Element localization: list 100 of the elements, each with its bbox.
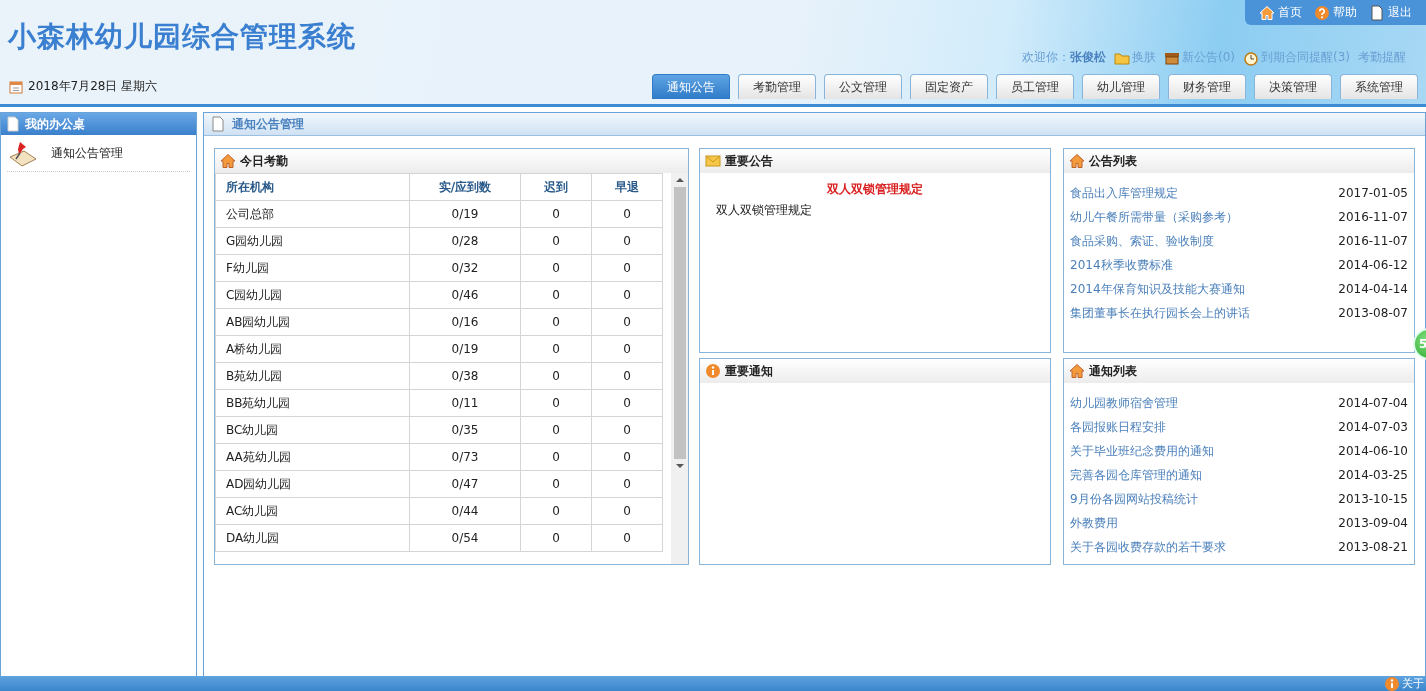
table-cell: 0/44 — [409, 497, 521, 525]
top-link[interactable]: 退出 — [1369, 4, 1412, 21]
table-cell: 0 — [520, 254, 592, 282]
nav-tab[interactable]: 幼儿管理 — [1082, 74, 1160, 99]
nav-tab[interactable]: 财务管理 — [1168, 74, 1246, 99]
notice-link[interactable]: 完善各园仓库管理的通知 — [1070, 466, 1202, 484]
nav-tab[interactable]: 固定资产 — [910, 74, 988, 99]
table-cell: 0 — [520, 389, 592, 417]
table-cell: 0 — [591, 443, 663, 471]
table-cell: 0 — [520, 497, 592, 525]
table-cell: 0 — [591, 308, 663, 336]
table-cell: 公司总部 — [215, 200, 410, 228]
table-cell: 0 — [591, 416, 663, 444]
table-cell: G园幼儿园 — [215, 227, 410, 255]
panel-title: 重要通知 — [725, 362, 773, 380]
table-cell: B苑幼儿园 — [215, 362, 410, 390]
table-cell: 0/19 — [409, 200, 521, 228]
scroll-thumb[interactable] — [673, 187, 686, 459]
notice-link[interactable]: 食品出入库管理规定 — [1070, 184, 1178, 202]
envelope-icon — [705, 153, 721, 169]
notice-link[interactable]: 幼儿园教师宿舍管理 — [1070, 394, 1178, 412]
table-cell: BC幼儿园 — [215, 416, 410, 444]
table-cell: 0/32 — [409, 254, 521, 282]
top-link[interactable]: 帮助 — [1314, 4, 1357, 21]
table-cell: 0 — [520, 362, 592, 390]
nav-tab[interactable]: 考勤管理 — [738, 74, 816, 99]
table-cell: 0 — [520, 200, 592, 228]
table-cell: 0 — [591, 524, 663, 552]
nav-tab[interactable]: 系统管理 — [1340, 74, 1418, 99]
notice-body: 双人双锁管理规定 — [715, 202, 813, 219]
table-cell: 0 — [520, 308, 592, 336]
home-icon — [220, 153, 236, 169]
scrollbar[interactable] — [671, 173, 688, 564]
nav-tab[interactable]: 员工管理 — [996, 74, 1074, 99]
notice-date: 2014-07-03 — [1338, 420, 1408, 434]
scroll-up-icon[interactable] — [675, 177, 684, 183]
table-cell: 0 — [591, 281, 663, 309]
panel-title: 重要公告 — [725, 152, 773, 170]
table-cell: 0 — [520, 281, 592, 309]
table-cell: 0 — [520, 524, 592, 552]
notice-link[interactable]: 关于各园收费存款的若干要求 — [1070, 538, 1226, 556]
system-title: 小森林幼儿园综合管理系统 — [8, 19, 356, 55]
nav-tab[interactable]: 公文管理 — [824, 74, 902, 99]
home-icon — [1069, 153, 1085, 169]
main-title: 通知公告管理 — [232, 115, 304, 133]
table-cell: 0/47 — [409, 470, 521, 498]
help-icon — [1314, 4, 1330, 21]
notice-link[interactable]: 集团董事长在执行园长会上的讲话 — [1070, 304, 1250, 322]
table-cell: 0/73 — [409, 443, 521, 471]
table-cell: 0/11 — [409, 389, 521, 417]
top-link[interactable]: 首页 — [1259, 4, 1302, 21]
table-cell: 0 — [520, 227, 592, 255]
document-icon — [5, 116, 21, 132]
notice-link[interactable]: 幼儿午餐所需带量（采购参考） — [1070, 208, 1238, 226]
table-cell: 0 — [591, 470, 663, 498]
table-cell: 0/28 — [409, 227, 521, 255]
table-cell: F幼儿园 — [215, 254, 410, 282]
table-cell: 0 — [591, 389, 663, 417]
column-header: 迟到 — [520, 173, 592, 201]
table-cell: AA苑幼儿园 — [215, 443, 410, 471]
panel-title: 通知列表 — [1089, 362, 1137, 380]
pushpin-note-icon — [7, 139, 37, 167]
welcome-text: 欢迎你：张俊松 — [1022, 49, 1106, 66]
info-icon — [705, 363, 721, 379]
notice-date: 2013-09-04 — [1338, 516, 1408, 530]
notice-link[interactable]: 2014年保育知识及技能大赛通知 — [1070, 280, 1245, 298]
notice-date: 2013-10-15 — [1338, 492, 1408, 506]
notice-date: 2013-08-21 — [1338, 540, 1408, 554]
table-cell: 0 — [591, 200, 663, 228]
column-header: 实/应到数 — [409, 173, 521, 201]
current-date: 2018年7月28日 星期六 — [28, 78, 158, 95]
notice-link[interactable]: 各园报账日程安排 — [1070, 418, 1166, 436]
about-link[interactable]: 关于 — [1384, 675, 1424, 691]
table-cell: 0 — [591, 227, 663, 255]
notice-date: 2013-08-07 — [1338, 306, 1408, 320]
notice-date: 2014-03-25 — [1338, 468, 1408, 482]
home-icon — [1259, 4, 1275, 21]
notice-link[interactable]: 食品采购、索证、验收制度 — [1070, 232, 1214, 250]
notice-date: 2014-04-14 — [1338, 282, 1408, 296]
nav-tab[interactable]: 通知公告 — [652, 74, 730, 99]
table-cell: AC幼儿园 — [215, 497, 410, 525]
alarm-clock-icon — [1243, 49, 1259, 66]
notice-link[interactable]: 2014秋季收费标准 — [1070, 256, 1173, 274]
scroll-down-icon[interactable] — [675, 463, 684, 469]
table-cell: BB苑幼儿园 — [215, 389, 410, 417]
table-cell: A桥幼儿园 — [215, 335, 410, 363]
table-cell: 0 — [520, 470, 592, 498]
notice-link[interactable]: 9月份各园网站投稿统计 — [1070, 490, 1198, 508]
home-icon — [1069, 363, 1085, 379]
table-cell: 0/46 — [409, 281, 521, 309]
table-cell: 0 — [520, 443, 592, 471]
notice-link[interactable]: 外教费用 — [1070, 514, 1118, 532]
notice-date: 2017-01-05 — [1338, 186, 1408, 200]
table-cell: 0/19 — [409, 335, 521, 363]
nav-tab[interactable]: 决策管理 — [1254, 74, 1332, 99]
notice-link[interactable]: 关于毕业班纪念费用的通知 — [1070, 442, 1214, 460]
table-cell: 0 — [591, 254, 663, 282]
table-cell: AD园幼儿园 — [215, 470, 410, 498]
sidebar-item[interactable]: 通知公告管理 — [7, 139, 190, 172]
table-cell: 0 — [520, 416, 592, 444]
